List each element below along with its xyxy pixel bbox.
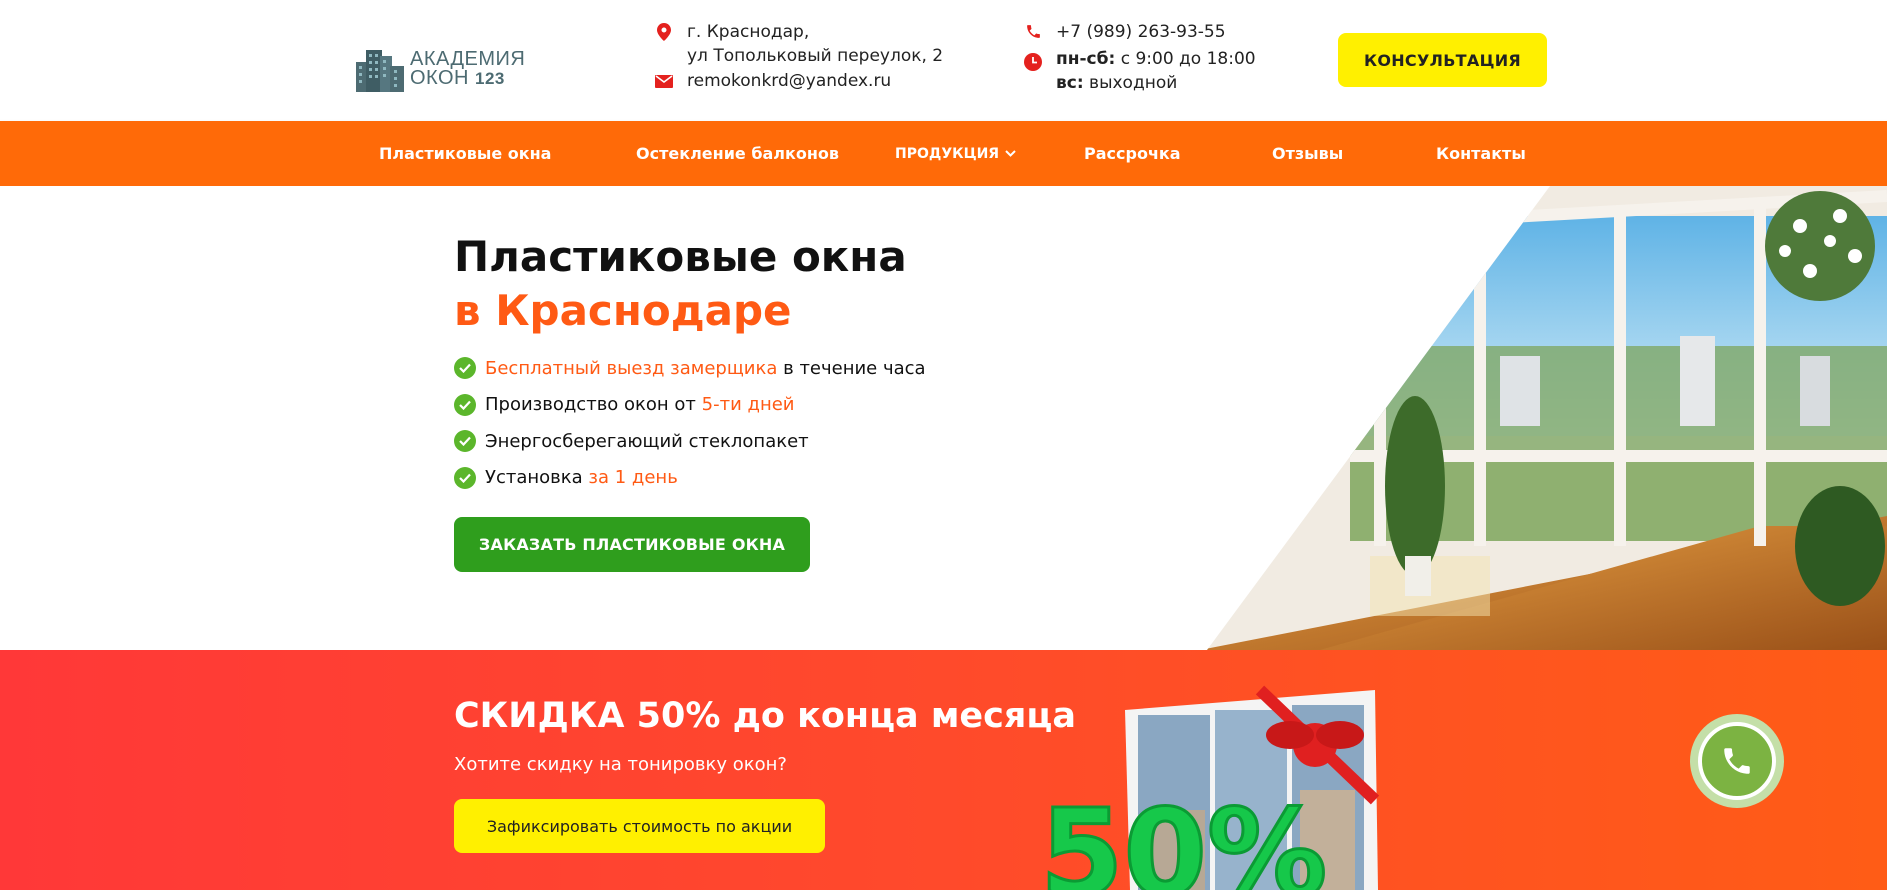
hero-section: Пластиковые окна в Краснодаре Бесплатный…	[0, 186, 1887, 650]
hero-title-line1: Пластиковые окна	[454, 232, 907, 281]
call-button-inner	[1698, 722, 1776, 800]
nav-item-products-label: ПРОДУКЦИЯ	[895, 145, 1000, 162]
address-line2: ул Топольковый переулок, 2	[687, 46, 944, 66]
list-item: Производство окон от 5-ти дней	[454, 387, 926, 424]
phone-number[interactable]: +7 (989) 263-93-55	[1056, 20, 1226, 44]
promo-subtitle: Хотите скидку на тонировку окон?	[454, 754, 787, 775]
nav-item-balcony-glazing[interactable]: Остекление балконов	[636, 121, 839, 186]
hero-title-line2: в Краснодаре	[454, 286, 792, 335]
logo-text: АКАДЕМИЯ ОКОН 123	[410, 49, 525, 89]
list-item: Бесплатный выезд замерщика в течение час…	[454, 350, 926, 387]
envelope-icon	[655, 74, 673, 88]
clock-icon	[1024, 47, 1042, 71]
consultation-button[interactable]: КОНСУЛЬТАЦИЯ	[1338, 33, 1547, 87]
feature-accent: за 1 день	[588, 467, 678, 489]
feature-text: Установка	[485, 467, 589, 489]
logo-buildings-icon	[356, 50, 404, 92]
logo-number: 123	[474, 69, 505, 88]
contact-block: +7 (989) 263-93-55 пн-сб: с 9:00 до 18:0…	[1024, 20, 1256, 95]
feature-accent: 5-ти дней	[701, 394, 795, 416]
map-pin-icon	[655, 20, 673, 41]
check-circle-icon	[454, 357, 476, 380]
balcony-photo	[1207, 186, 1887, 650]
feature-text: в течение часа	[777, 357, 926, 379]
phone-icon	[1024, 20, 1042, 40]
discount-window-image: 50%	[1039, 685, 1380, 890]
nav-item-reviews[interactable]: Отзывы	[1272, 121, 1343, 186]
promo-section: СКИДКА 50% до конца месяца Хотите скидку…	[0, 650, 1887, 890]
fix-price-button[interactable]: Зафиксировать стоимость по акции	[454, 799, 825, 853]
hours-sunday-value: выходной	[1089, 73, 1178, 93]
hours-sunday-label: вс:	[1056, 73, 1084, 93]
hours-weekdays-label: пн-сб:	[1056, 49, 1116, 69]
check-circle-icon	[454, 466, 476, 489]
feature-list: Бесплатный выезд замерщика в течение час…	[454, 350, 926, 496]
nav-item-products[interactable]: ПРОДУКЦИЯ	[895, 121, 1016, 186]
address-line1: г. Краснодар,	[687, 22, 810, 42]
chevron-down-icon	[1005, 150, 1016, 157]
email-row[interactable]: remokonkrd@yandex.ru	[655, 71, 891, 91]
logo[interactable]: АКАДЕМИЯ ОКОН 123	[356, 44, 546, 94]
nav-item-installment[interactable]: Рассрочка	[1084, 121, 1181, 186]
check-circle-icon	[454, 430, 476, 453]
order-windows-button[interactable]: ЗАКАЗАТЬ ПЛАСТИКОВЫЕ ОКНА	[454, 517, 810, 572]
feature-text: Энергосберегающий стеклопакет	[485, 430, 809, 452]
phone-call-icon	[1724, 748, 1750, 774]
logo-line2: ОКОН	[410, 67, 469, 89]
call-back-button[interactable]	[1690, 714, 1784, 808]
feature-accent: Бесплатный выезд замерщика	[485, 357, 778, 379]
list-item: Установка за 1 день	[454, 460, 926, 497]
promo-title: СКИДКА 50% до конца месяца	[454, 696, 1076, 736]
email-link[interactable]: remokonkrd@yandex.ru	[687, 71, 891, 91]
list-item: Энергосберегающий стеклопакет	[454, 423, 926, 460]
site-header: АКАДЕМИЯ ОКОН 123 г. Краснодар, ул Топол…	[0, 0, 1887, 121]
address-block: г. Краснодар, ул Топольковый переулок, 2	[655, 20, 943, 68]
discount-badge: 50%	[1040, 785, 1327, 890]
hero-title: Пластиковые окна в Краснодаре	[454, 230, 907, 338]
check-circle-icon	[454, 393, 476, 416]
nav-item-contacts[interactable]: Контакты	[1436, 121, 1526, 186]
hours-weekdays-value: с 9:00 до 18:00	[1120, 49, 1256, 69]
feature-text: Производство окон от	[485, 394, 702, 416]
page: АКАДЕМИЯ ОКОН 123 г. Краснодар, ул Топол…	[0, 0, 1887, 890]
main-nav: Пластиковые окна Остекление балконов ПРО…	[0, 121, 1887, 186]
nav-item-plastic-windows[interactable]: Пластиковые окна	[379, 121, 551, 186]
